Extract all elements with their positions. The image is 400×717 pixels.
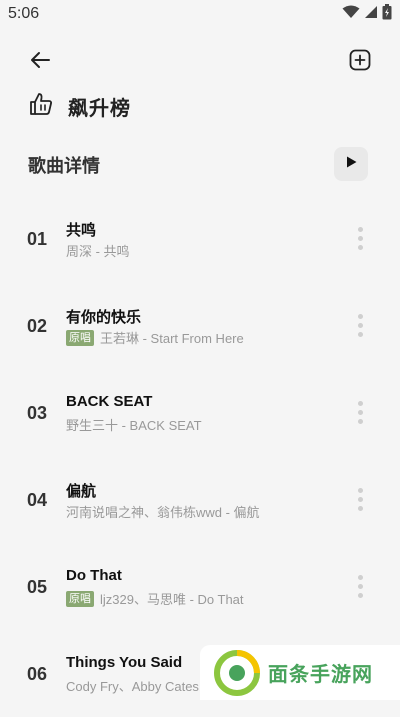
back-button[interactable] bbox=[24, 46, 56, 78]
song-title: BACK SEAT bbox=[66, 393, 153, 410]
song-title: 共鸣 bbox=[66, 222, 97, 239]
chart-title-row: 飙升榜 bbox=[28, 90, 131, 122]
song-title: 有你的快乐 bbox=[66, 309, 142, 326]
more-dot-icon bbox=[357, 226, 363, 232]
page-title: 飙升榜 bbox=[68, 97, 131, 120]
song-rank: 04 bbox=[27, 490, 48, 510]
song-artist: ljz329、马思唯 - Do That bbox=[100, 592, 244, 607]
section-header: 歌曲详情 bbox=[28, 147, 368, 183]
more-dot-icon bbox=[357, 322, 363, 328]
signal-icon bbox=[364, 5, 378, 24]
status-bar: 5:06 bbox=[0, 0, 400, 28]
battery-icon bbox=[382, 3, 392, 25]
song-rank: 03 bbox=[27, 403, 48, 423]
more-dot-icon bbox=[357, 235, 363, 241]
song-row[interactable]: 05 Do That 原唱 ljz329、马思唯 - Do That bbox=[0, 543, 400, 630]
song-more-button[interactable] bbox=[350, 397, 370, 427]
add-square-icon bbox=[348, 48, 372, 77]
song-row[interactable]: 01 共鸣 周深 - 共鸣 bbox=[0, 195, 400, 282]
more-dot-icon bbox=[357, 400, 363, 406]
song-artist: 河南说唱之神、翁伟栋wwd - 偏航 bbox=[66, 505, 260, 520]
more-dot-icon bbox=[357, 313, 363, 319]
more-dot-icon bbox=[357, 409, 363, 415]
more-dot-icon bbox=[357, 574, 363, 580]
song-rank: 01 bbox=[27, 229, 48, 249]
song-artist: Cody Fry、Abby Cates bbox=[66, 679, 199, 694]
song-subtitle-row: Cody Fry、Abby Cates bbox=[66, 676, 199, 695]
song-artist: 周深 - 共鸣 bbox=[66, 244, 130, 259]
watermark-text: 面条手游网 bbox=[268, 664, 373, 686]
play-icon bbox=[344, 155, 358, 174]
song-rank: 05 bbox=[27, 577, 48, 597]
more-dot-icon bbox=[357, 418, 363, 424]
song-artist: 王若琳 - Start From Here bbox=[100, 331, 244, 346]
song-more-button[interactable] bbox=[350, 310, 370, 340]
more-dot-icon bbox=[357, 244, 363, 250]
status-icons bbox=[342, 3, 392, 25]
song-list: 01 共鸣 周深 - 共鸣 02 有你的快乐 原唱 王若琳 - Start Fr… bbox=[0, 195, 400, 717]
wifi-icon bbox=[342, 5, 360, 24]
song-title: Do That bbox=[66, 567, 122, 584]
song-more-button[interactable] bbox=[350, 223, 370, 253]
more-dot-icon bbox=[357, 592, 363, 598]
song-title: Things You Said bbox=[66, 654, 183, 671]
song-row[interactable]: 04 偏航 河南说唱之神、翁伟栋wwd - 偏航 bbox=[0, 456, 400, 543]
song-title: 偏航 bbox=[66, 483, 97, 500]
more-dot-icon bbox=[357, 487, 363, 493]
section-title: 歌曲详情 bbox=[28, 156, 100, 176]
song-subtitle-row: 野生三十 - BACK SEAT bbox=[66, 415, 202, 434]
song-subtitle-row: 周深 - 共鸣 bbox=[66, 241, 130, 260]
song-subtitle-row: 河南说唱之神、翁伟栋wwd - 偏航 bbox=[66, 502, 260, 521]
top-bar bbox=[0, 40, 400, 84]
song-row[interactable]: 02 有你的快乐 原唱 王若琳 - Start From Here bbox=[0, 282, 400, 369]
song-subtitle-row: 原唱 王若琳 - Start From Here bbox=[66, 328, 244, 347]
more-dot-icon bbox=[357, 583, 363, 589]
song-row[interactable]: 03 BACK SEAT 野生三十 - BACK SEAT bbox=[0, 369, 400, 456]
song-subtitle-row: 原唱 ljz329、马思唯 - Do That bbox=[66, 589, 244, 608]
song-more-button[interactable] bbox=[350, 571, 370, 601]
more-dot-icon bbox=[357, 505, 363, 511]
more-dot-icon bbox=[357, 496, 363, 502]
original-badge: 原唱 bbox=[66, 590, 94, 607]
play-all-button[interactable] bbox=[334, 147, 368, 181]
song-rank: 02 bbox=[27, 316, 48, 336]
add-to-playlist-button[interactable] bbox=[344, 46, 376, 78]
song-rank: 06 bbox=[27, 664, 48, 684]
watermark: 面条手游网 bbox=[200, 645, 400, 700]
song-artist: 野生三十 - BACK SEAT bbox=[66, 418, 202, 433]
thumbs-up-icon bbox=[28, 91, 54, 122]
arrow-left-icon bbox=[28, 48, 52, 77]
more-dot-icon bbox=[357, 331, 363, 337]
watermark-logo-icon bbox=[214, 649, 260, 696]
song-more-button[interactable] bbox=[350, 484, 370, 514]
status-time: 5:06 bbox=[8, 5, 40, 22]
original-badge: 原唱 bbox=[66, 329, 94, 346]
